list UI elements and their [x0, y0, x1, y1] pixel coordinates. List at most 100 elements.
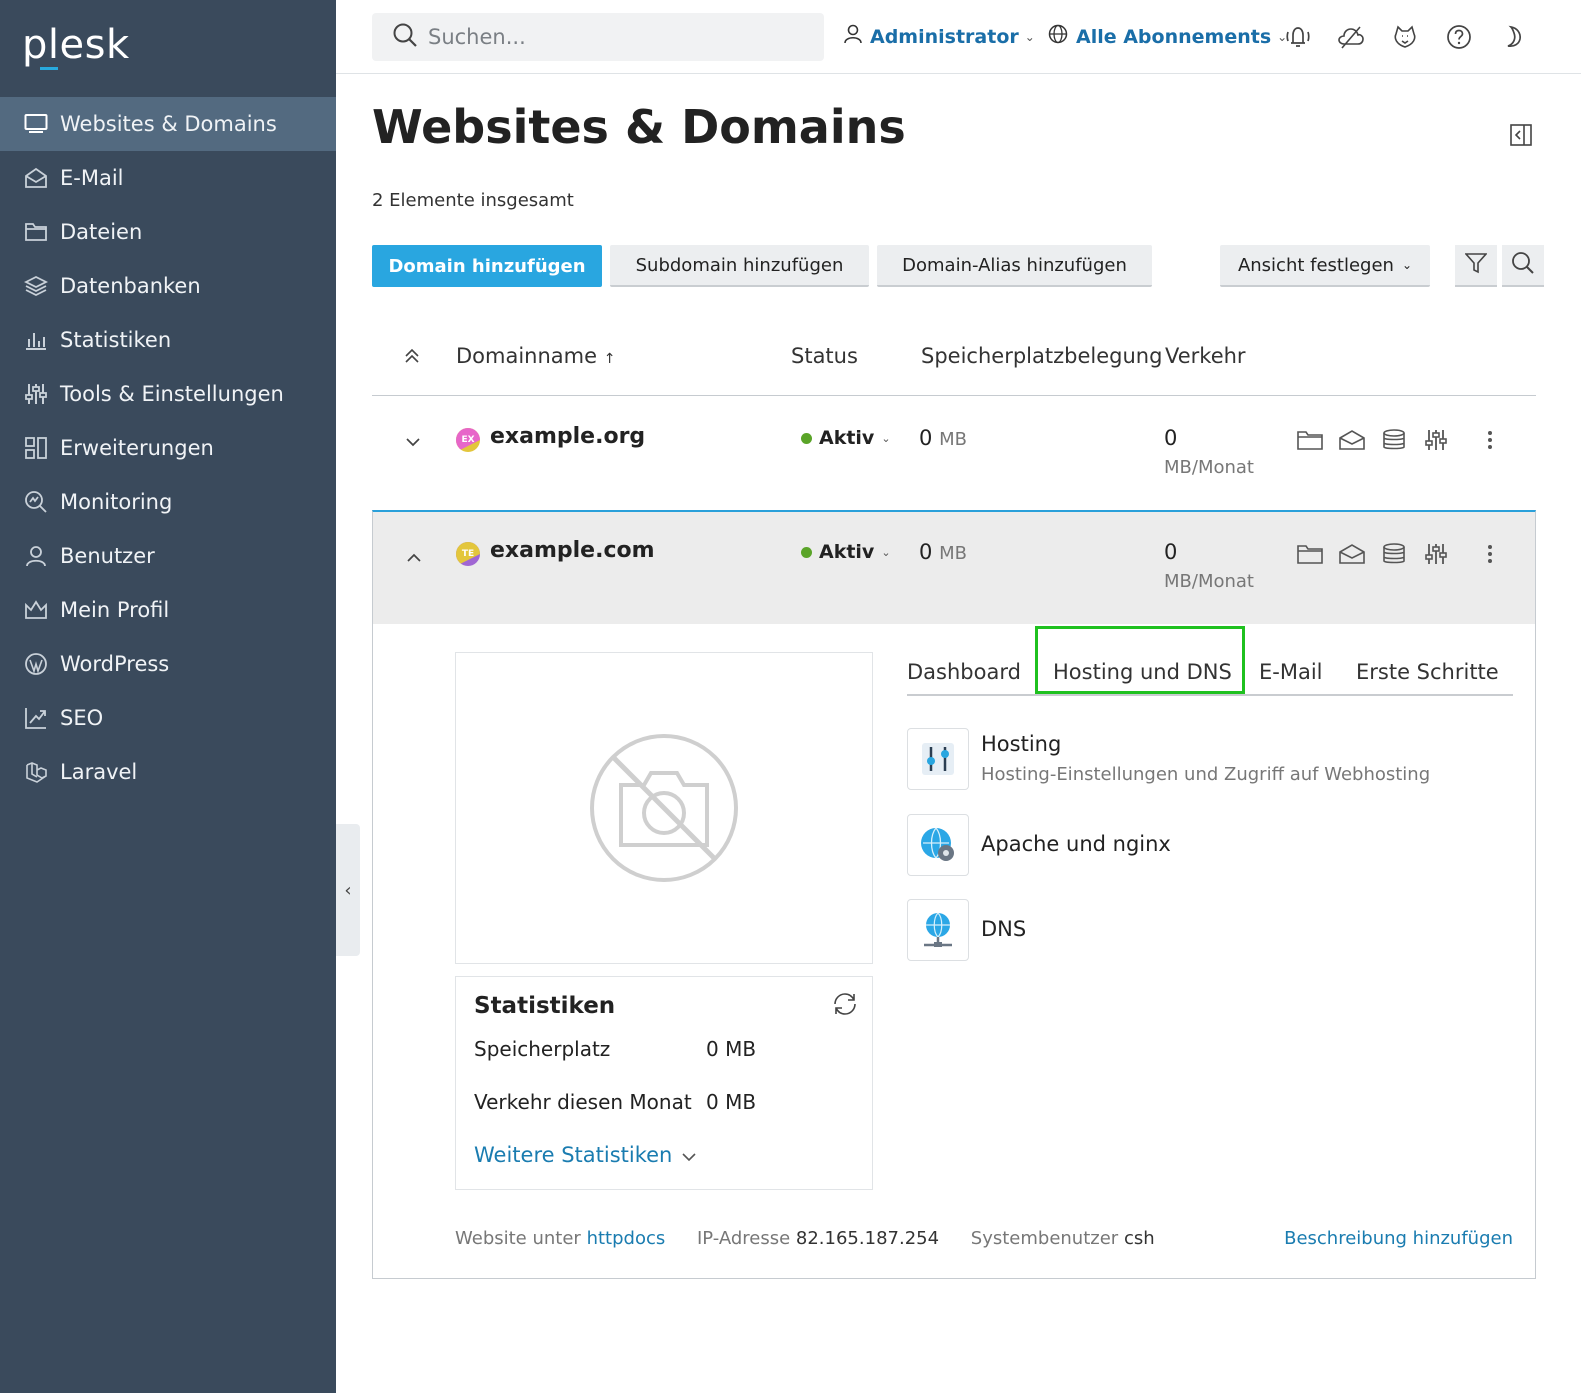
- refresh-icon[interactable]: [832, 991, 858, 1021]
- domain-link[interactable]: example.com: [490, 538, 655, 563]
- collapse-all-icon[interactable]: [404, 346, 420, 370]
- sidebar-item-wordpress[interactable]: WordPress: [0, 637, 336, 691]
- storage-label: Speicherplatz: [474, 1037, 611, 1061]
- chevron-down-icon: ⌄: [1024, 29, 1035, 44]
- sidebar-item-laravel[interactable]: Laravel: [0, 745, 336, 799]
- sidebar-item-users[interactable]: Benutzer: [0, 529, 336, 583]
- dark-mode-icon[interactable]: [1498, 22, 1528, 52]
- httpdocs-link[interactable]: httpdocs: [587, 1228, 666, 1249]
- storage-unit: MB: [939, 429, 967, 450]
- crown-icon: [22, 596, 50, 624]
- bar-chart-icon: [22, 326, 50, 354]
- hosting-tool[interactable]: Hosting Hosting-Einstellungen und Zugrif…: [907, 728, 1430, 790]
- add-domain-button[interactable]: Domain hinzufügen: [372, 245, 602, 287]
- more-vertical-icon[interactable]: [1476, 540, 1504, 568]
- more-statistics-link[interactable]: Weitere Statistiken: [474, 1143, 696, 1167]
- column-storage[interactable]: Speicherplatzbelegung: [921, 344, 1162, 368]
- apache-nginx-tool[interactable]: Apache und nginx: [907, 814, 1171, 876]
- tab-email[interactable]: E-Mail: [1259, 660, 1323, 684]
- chevron-down-icon: ⌄: [881, 545, 891, 559]
- search-input[interactable]: [428, 25, 808, 49]
- folder-icon[interactable]: [1296, 540, 1324, 568]
- seo-icon: [22, 704, 50, 732]
- add-subdomain-button[interactable]: Subdomain hinzufügen: [610, 245, 869, 287]
- notifications-icon[interactable]: [1283, 22, 1313, 52]
- plesk-logo[interactable]: plesk: [22, 22, 130, 68]
- sidebar-item-label: E-Mail: [60, 166, 124, 190]
- list-search-button[interactable]: [1502, 245, 1544, 287]
- traffic-unit: MB/Monat: [1164, 457, 1254, 478]
- column-status[interactable]: Status: [791, 344, 858, 368]
- dns-icon: [907, 899, 969, 961]
- user-menu[interactable]: Administrator ⌄: [844, 24, 1035, 49]
- sidebar-collapse-button[interactable]: ‹: [336, 824, 360, 956]
- storage-number: 0: [919, 540, 933, 564]
- feedback-icon[interactable]: [1390, 22, 1420, 52]
- filter-button[interactable]: [1455, 245, 1497, 287]
- website-preview[interactable]: [455, 652, 873, 964]
- status-active-dot: [801, 432, 812, 444]
- table-header: Domainname ↑ Status Speicherplatzbelegun…: [372, 326, 1536, 396]
- collapse-row-icon[interactable]: [407, 548, 421, 567]
- sidebar-item-monitoring[interactable]: Monitoring: [0, 475, 336, 529]
- website-label: Website unter: [455, 1228, 581, 1249]
- storage-value: 0 MB: [919, 540, 967, 564]
- sidebar-item-profile[interactable]: Mein Profil: [0, 583, 336, 637]
- status-dropdown[interactable]: Aktiv ⌄: [801, 541, 891, 563]
- database-icon[interactable]: [1380, 540, 1408, 568]
- chevron-down-icon: [682, 1143, 696, 1167]
- sidebar-item-websites-domains[interactable]: Websites & Domains: [0, 97, 336, 151]
- sliders-icon: [22, 380, 50, 408]
- sidebar-item-seo[interactable]: SEO: [0, 691, 336, 745]
- subscriptions-menu[interactable]: Alle Abonnements ⌄: [1048, 24, 1287, 49]
- avatar-text: TE: [456, 542, 480, 566]
- domain-avatar: TE: [456, 542, 480, 566]
- row-actions: [1296, 426, 1518, 454]
- add-domain-alias-button[interactable]: Domain-Alias hinzufügen: [877, 245, 1152, 287]
- page-title: Websites & Domains: [372, 100, 906, 154]
- tab-getting-started[interactable]: Erste Schritte: [1356, 660, 1499, 684]
- sidebar-item-label: Dateien: [60, 220, 143, 244]
- sliders-icon[interactable]: [1422, 426, 1450, 454]
- folder-icon[interactable]: [1296, 426, 1324, 454]
- column-domain-name[interactable]: Domainname ↑: [456, 344, 615, 368]
- sidebar-item-label: SEO: [60, 706, 104, 730]
- apache-nginx-icon: [907, 814, 969, 876]
- sidebar-nav: Websites & Domains E-Mail Dateien Datenb…: [0, 97, 336, 799]
- view-settings-button[interactable]: Ansicht festlegen ⌄: [1220, 245, 1430, 287]
- add-description-link[interactable]: Beschreibung hinzufügen: [1284, 1228, 1513, 1249]
- sliders-icon[interactable]: [1422, 540, 1450, 568]
- column-traffic[interactable]: Verkehr: [1165, 344, 1246, 368]
- expand-row-icon[interactable]: [406, 432, 420, 451]
- domain-link[interactable]: example.org: [490, 424, 645, 449]
- tab-dashboard[interactable]: Dashboard: [907, 660, 1021, 684]
- traffic-value: 0: [1164, 540, 1178, 564]
- sidebar-item-statistics[interactable]: Statistiken: [0, 313, 336, 367]
- more-vertical-icon[interactable]: [1476, 426, 1504, 454]
- database-icon[interactable]: [1380, 426, 1408, 454]
- envelope-icon: [22, 164, 50, 192]
- status-active-dot: [801, 546, 812, 558]
- sort-asc-icon: ↑: [603, 351, 616, 367]
- side-panel-toggle-icon[interactable]: [1510, 124, 1532, 150]
- sidebar-item-email[interactable]: E-Mail: [0, 151, 336, 205]
- search-box[interactable]: [372, 13, 824, 61]
- active-tab-highlight: [1035, 626, 1245, 694]
- dns-tool[interactable]: DNS: [907, 899, 1026, 961]
- envelope-icon[interactable]: [1338, 540, 1366, 568]
- sidebar-item-databases[interactable]: Datenbanken: [0, 259, 336, 313]
- storage-value: 0 MB: [919, 426, 967, 450]
- items-total: 2 Elemente insgesamt: [372, 190, 574, 211]
- search-icon: [1511, 251, 1535, 279]
- database-icon: [22, 272, 50, 300]
- chevron-down-icon: ⌄: [881, 431, 891, 445]
- sidebar-item-extensions[interactable]: Erweiterungen: [0, 421, 336, 475]
- sidebar-item-files[interactable]: Dateien: [0, 205, 336, 259]
- envelope-icon[interactable]: [1338, 426, 1366, 454]
- help-icon[interactable]: [1444, 22, 1474, 52]
- traffic-label: Verkehr diesen Monat: [474, 1090, 692, 1114]
- status-dropdown[interactable]: Aktiv ⌄: [801, 427, 891, 449]
- monitoring-icon: [22, 488, 50, 516]
- cloud-off-icon[interactable]: [1336, 22, 1366, 52]
- sidebar-item-tools-settings[interactable]: Tools & Einstellungen: [0, 367, 336, 421]
